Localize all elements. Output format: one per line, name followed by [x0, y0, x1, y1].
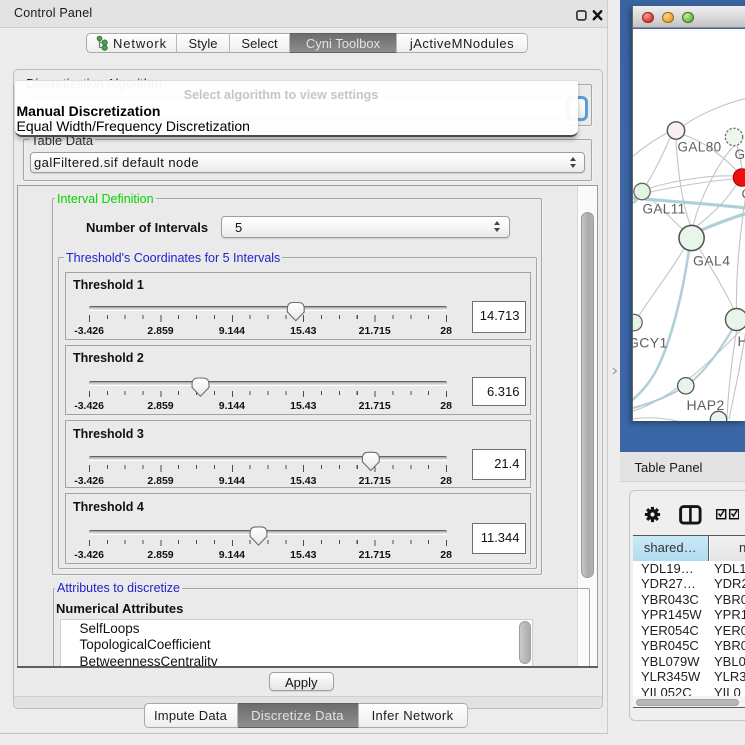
svg-text:HAP2: HAP2: [687, 397, 725, 413]
svg-text:GCY1: GCY1: [633, 334, 668, 350]
svg-text:GAL11: GAL11: [643, 201, 686, 216]
svg-text:GAL80: GAL80: [678, 139, 722, 154]
svg-text:GAL4: GAL4: [693, 252, 730, 268]
svg-text:C: C: [742, 186, 745, 201]
svg-text:GA: GA: [735, 147, 745, 162]
svg-text:H: H: [738, 333, 745, 349]
